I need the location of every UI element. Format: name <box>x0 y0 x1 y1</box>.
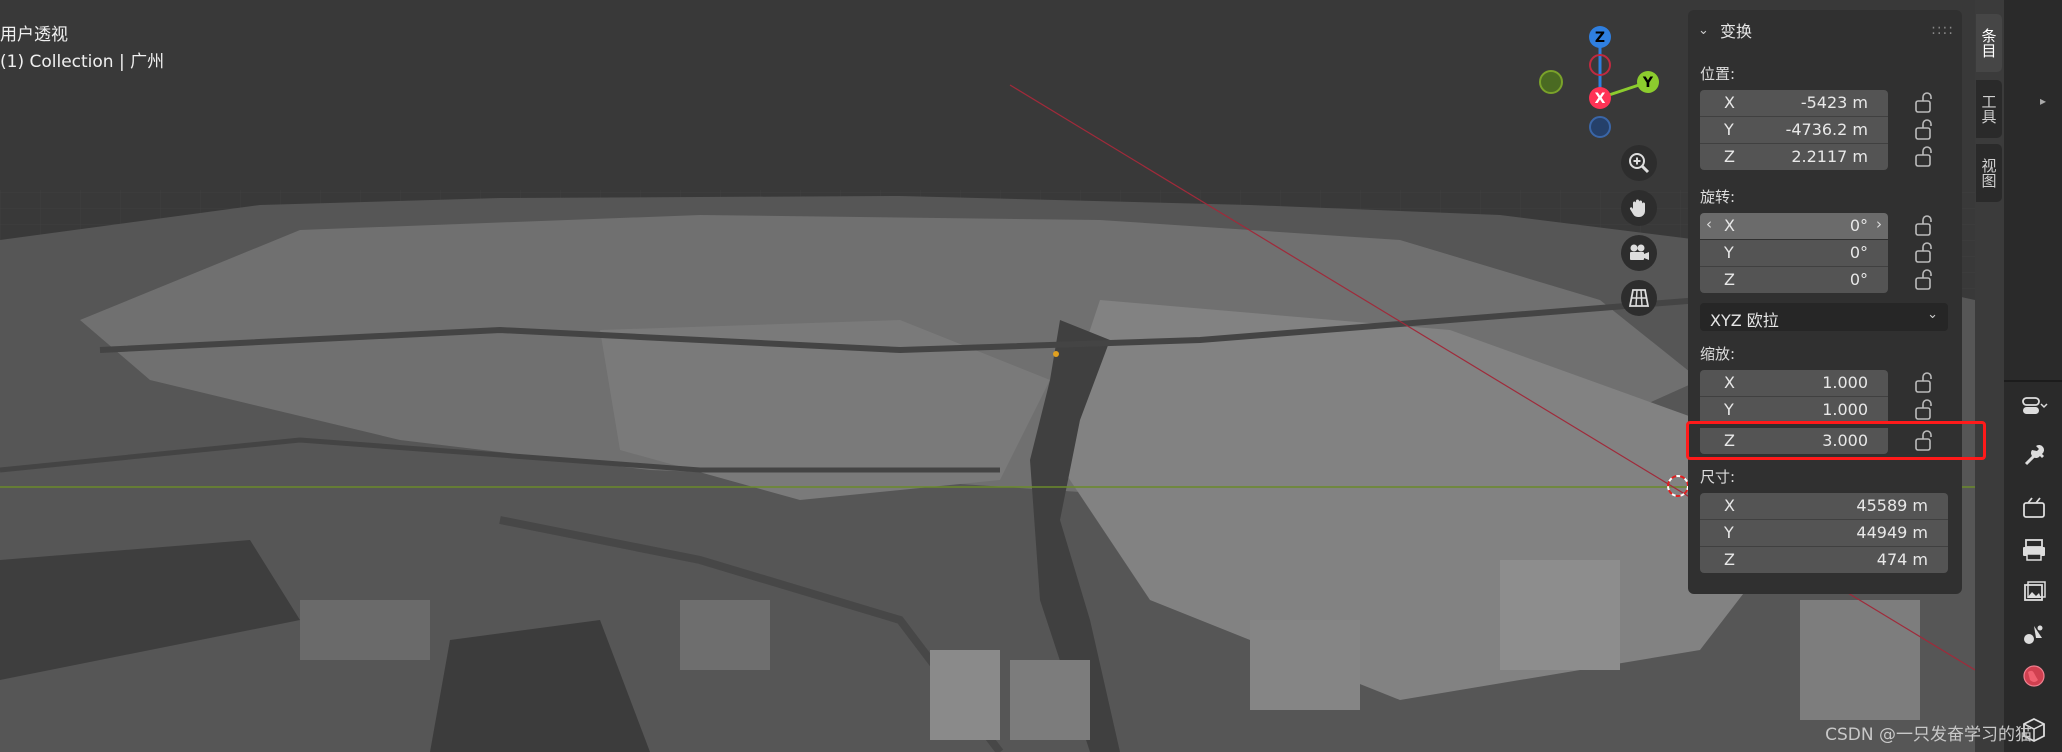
zoom-icon <box>1629 153 1650 174</box>
rotation-y-value: 0° <box>1849 243 1868 262</box>
dimensions-label: 尺寸: <box>1700 468 1736 486</box>
chevron-left-icon[interactable]: ‹ <box>1706 215 1712 233</box>
transform-panel: ⌄ 变换 :::: 位置: X -5423 m Y -4736.2 m Z 2.… <box>1688 10 1962 594</box>
axis-label: Y <box>1724 243 1734 262</box>
location-x-field[interactable]: X -5423 m <box>1700 90 1888 116</box>
tab-item[interactable]: 条目 <box>1976 14 2002 72</box>
lock-icon[interactable] <box>1914 269 1938 291</box>
axis-label: X <box>1724 216 1735 235</box>
transform-header[interactable]: ⌄ 变换 :::: <box>1698 18 1954 42</box>
axis-label: Y <box>1724 400 1734 419</box>
dimensions-z-value: 474 m <box>1876 550 1928 569</box>
gizmo-y-label: Y <box>1642 75 1654 91</box>
dimensions-y-value: 44949 m <box>1856 523 1928 542</box>
lock-icon[interactable] <box>1914 242 1938 264</box>
dimensions-z-field[interactable]: Z 474 m <box>1700 547 1948 573</box>
location-y-value: -4736.2 m <box>1785 120 1868 139</box>
grid-icon <box>1628 289 1650 307</box>
lock-icon[interactable] <box>1914 215 1938 237</box>
hand-icon <box>1629 199 1645 217</box>
rotation-x-value: 0° <box>1849 216 1868 235</box>
lock-icon[interactable] <box>1914 119 1938 141</box>
lock-icon[interactable] <box>1914 146 1938 168</box>
tab-view[interactable]: 视图 <box>1976 144 2002 202</box>
location-y-field[interactable]: Y -4736.2 m <box>1700 117 1888 143</box>
scene-icon[interactable] <box>2020 620 2048 648</box>
navigation-gizmo[interactable]: Z Y X <box>1535 20 1665 150</box>
dimensions-x-value: 45589 m <box>1856 496 1928 515</box>
tab-view-label: 视图 <box>1979 158 1998 188</box>
pan-button[interactable] <box>1621 190 1657 226</box>
chevron-down-icon: ⌄ <box>1927 307 1938 322</box>
highlight-box <box>1686 421 1986 460</box>
scale-x-field[interactable]: X 1.000 <box>1700 370 1888 396</box>
rotation-z-field[interactable]: Z 0° <box>1700 267 1888 293</box>
tool-icon[interactable] <box>2020 442 2048 470</box>
axis-label: Z <box>1724 147 1735 166</box>
scale-y-value: 1.000 <box>1822 400 1868 419</box>
city-scene <box>0 0 1975 752</box>
scale-label: 缩放: <box>1700 345 1736 363</box>
camera-icon <box>1630 244 1649 260</box>
gizmo-z-label: Z <box>1595 30 1605 46</box>
ortho-toggle-button[interactable] <box>1621 280 1657 316</box>
drag-handle-icon[interactable]: :::: <box>1931 22 1954 38</box>
rotation-x-field[interactable]: ‹ X 0° › <box>1700 213 1888 239</box>
view-mode-label: 用户透视 <box>0 25 68 45</box>
watermark: CSDN @一只发奋学习的猫 <box>1825 725 2032 745</box>
axis-label: Y <box>1724 523 1734 542</box>
rotation-z-value: 0° <box>1849 270 1868 289</box>
output-icon[interactable] <box>2020 536 2048 564</box>
location-z-value: 2.2117 m <box>1791 147 1868 166</box>
collection-label: (1) Collection | 广州 <box>0 52 165 72</box>
axis-label: X <box>1724 496 1735 515</box>
divider <box>2004 380 2062 382</box>
tab-tool-label: 工具 <box>1979 94 1998 124</box>
tab-item-label: 条目 <box>1979 28 1998 58</box>
location-x-value: -5423 m <box>1800 93 1868 112</box>
transform-title: 变换 <box>1720 22 1753 41</box>
lock-icon[interactable] <box>1914 372 1938 394</box>
location-z-field[interactable]: Z 2.2117 m <box>1700 144 1888 170</box>
axis-label: Y <box>1724 120 1734 139</box>
lock-icon[interactable] <box>1914 399 1938 421</box>
rotation-label: 旋转: <box>1700 188 1736 206</box>
camera-view-button[interactable] <box>1621 235 1657 271</box>
lock-icon[interactable] <box>1914 92 1938 114</box>
axis-label: X <box>1724 373 1735 392</box>
properties-editor: ▸ <box>2004 0 2062 752</box>
view-layer-icon[interactable] <box>2020 578 2048 606</box>
chevron-down-icon: ⌄ <box>1698 22 1709 38</box>
gizmo-neg-z[interactable] <box>1589 116 1611 138</box>
rotation-mode-select[interactable]: XYZ 欧拉 ⌄ <box>1700 303 1948 331</box>
tab-tool[interactable]: 工具 <box>1976 80 2002 138</box>
editor-type-icon[interactable] <box>2020 392 2048 420</box>
rotation-y-field[interactable]: Y 0° <box>1700 240 1888 266</box>
dimensions-x-field[interactable]: X 45589 m <box>1700 493 1948 519</box>
world-icon[interactable] <box>2020 662 2048 690</box>
gizmo-x-label: X <box>1595 91 1606 107</box>
scale-y-field[interactable]: Y 1.000 <box>1700 397 1888 423</box>
zoom-button[interactable] <box>1621 145 1657 181</box>
location-label: 位置: <box>1700 65 1736 83</box>
chevron-right-icon[interactable]: › <box>1876 215 1882 233</box>
gizmo-neg-y[interactable] <box>1539 70 1563 94</box>
3d-viewport[interactable]: 用户透视 (1) Collection | 广州 Z Y X <box>0 0 1975 752</box>
render-icon[interactable] <box>2020 494 2048 522</box>
dimensions-y-field[interactable]: Y 44949 m <box>1700 520 1948 546</box>
scale-x-value: 1.000 <box>1822 373 1868 392</box>
axis-label: Z <box>1724 270 1735 289</box>
axis-label: Z <box>1724 550 1735 569</box>
rotation-mode-value: XYZ 欧拉 <box>1710 311 1779 330</box>
expand-arrow-icon[interactable]: ▸ <box>2040 94 2046 108</box>
axis-label: X <box>1724 93 1735 112</box>
